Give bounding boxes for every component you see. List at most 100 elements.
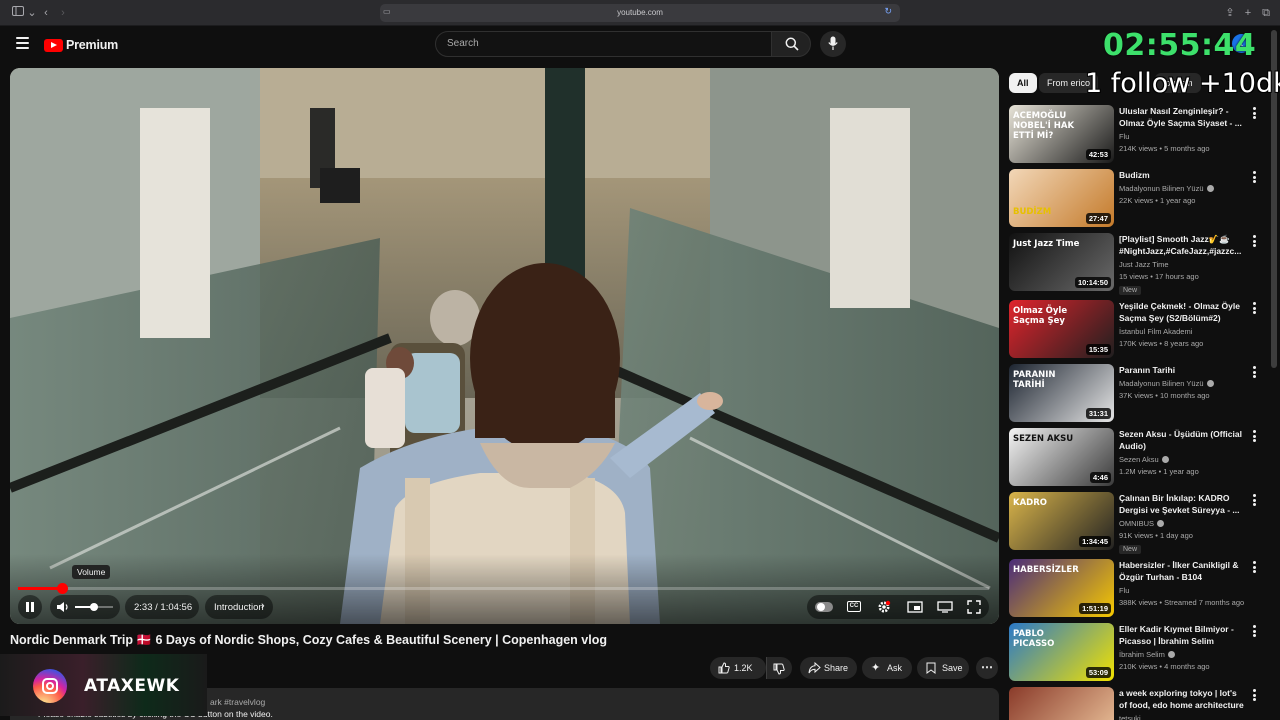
more-options-icon[interactable] xyxy=(1253,235,1257,247)
chip-all[interactable]: All xyxy=(1009,73,1037,93)
recommended-video[interactable]: ACEMOĞLU NOBEL'İ HAK ETTİ Mİ? 42:53 Ulusla… xyxy=(1009,105,1267,165)
recommended-video[interactable]: a week exploring tokyo | lot's of food, … xyxy=(1009,687,1267,720)
recommended-channel-name[interactable]: Sezen Aksu xyxy=(1119,455,1169,464)
ask-button[interactable]: ✦ Ask xyxy=(862,657,912,679)
search-input[interactable]: Search xyxy=(435,31,772,57)
recommended-video-title[interactable]: Çalınan Bir İnkılap: KADRO Dergisi ve Şe… xyxy=(1119,492,1247,516)
duration-badge: 1:51:19 xyxy=(1079,603,1111,614)
recommended-channel-name[interactable]: Just Jazz Time xyxy=(1119,260,1169,269)
recommended-video-title[interactable]: Yeşilde Çekmek! - Olmaz Öyle Saçma Şey (… xyxy=(1119,300,1247,324)
like-button[interactable]: 1.2K xyxy=(710,657,766,679)
recommended-video-title[interactable]: a week exploring tokyo | lot's of food, … xyxy=(1119,687,1247,711)
chevron-right-icon: › xyxy=(261,600,265,612)
more-options-icon[interactable] xyxy=(1253,689,1257,701)
video-player[interactable]: Volume 2:33 / 1:04:56 Introduction › CC xyxy=(10,68,999,624)
thumbnail-caption: PARANIN TARİHİ xyxy=(1013,370,1056,390)
microphone-icon xyxy=(828,36,838,50)
recommended-video[interactable]: PARANIN TARİHİ 31:31 Paranın Tarihi Madalyo… xyxy=(1009,364,1267,424)
dislike-button[interactable] xyxy=(766,657,792,679)
thumbnail-caption: HABERSİZLER xyxy=(1013,565,1079,575)
voice-search-button[interactable] xyxy=(820,31,846,57)
video-thumbnail[interactable]: ACEMOĞLU NOBEL'İ HAK ETTİ Mİ? 42:53 xyxy=(1009,105,1114,163)
recommended-channel-name[interactable]: Madalyonun Bilinen Yüzü xyxy=(1119,379,1214,388)
like-count: 1.2K xyxy=(734,663,753,673)
volume-slider[interactable] xyxy=(75,603,113,611)
autoplay-toggle[interactable] xyxy=(815,602,833,612)
recommended-video[interactable]: Just Jazz Time 10:14:50 [Playlist] Smooth … xyxy=(1009,233,1267,295)
more-options-icon[interactable] xyxy=(1253,625,1257,637)
new-tab-icon[interactable]: + xyxy=(1240,5,1256,21)
more-options-icon[interactable] xyxy=(1253,366,1257,378)
recommended-video-title[interactable]: Sezen Aksu - Üşüdüm (Official Audio) xyxy=(1119,428,1247,452)
back-icon[interactable]: ‹ xyxy=(38,5,54,21)
theater-mode-icon[interactable] xyxy=(937,601,953,613)
volume-icon[interactable] xyxy=(56,601,70,613)
bookmark-icon xyxy=(926,662,936,674)
recommended-video[interactable]: SEZEN AKSU 4:46 Sezen Aksu - Üşüdüm (Offic… xyxy=(1009,428,1267,488)
channel-name-text: Flu xyxy=(1119,586,1130,595)
more-options-icon[interactable] xyxy=(1253,107,1257,119)
recommended-video-title[interactable]: Budizm xyxy=(1119,169,1247,181)
share-arrow-icon xyxy=(808,662,821,674)
address-bar[interactable]: ▭ youtube.com ↻ xyxy=(380,4,900,22)
play-pause-button[interactable] xyxy=(18,595,42,619)
recommended-video[interactable]: KADRO 1:34:45 Çalınan Bir İnkılap: KADRO D… xyxy=(1009,492,1267,554)
recommended-channel-name[interactable]: Flu xyxy=(1119,132,1129,141)
video-thumbnail[interactable]: KADRO 1:34:45 xyxy=(1009,492,1114,550)
share-button[interactable]: Share xyxy=(800,657,857,679)
settings-gear-icon[interactable] xyxy=(877,600,891,614)
more-options-icon[interactable] xyxy=(1253,494,1257,506)
more-horizontal-icon: ⋯ xyxy=(981,660,993,674)
recommended-channel-name[interactable]: İbrahim Selim xyxy=(1119,650,1175,659)
save-button[interactable]: Save xyxy=(917,657,969,679)
recommended-channel-name[interactable]: OMNIBUS xyxy=(1119,519,1165,528)
volume-control[interactable] xyxy=(50,595,120,619)
recommended-video[interactable]: BUDİZM 27:47 Budizm Madalyonun Bilinen Yüzü… xyxy=(1009,169,1267,229)
search-button[interactable] xyxy=(771,31,811,57)
volume-slider-knob[interactable] xyxy=(90,603,98,611)
video-thumbnail[interactable]: Olmaz Öyle Saçma Şey 15:35 xyxy=(1009,300,1114,358)
recommended-video[interactable]: Olmaz Öyle Saçma Şey 15:35 Yeşilde Çekmek!… xyxy=(1009,300,1267,360)
hamburger-menu-icon[interactable] xyxy=(16,37,29,49)
more-options-icon[interactable] xyxy=(1253,561,1257,573)
browser-toolbar: ⌄ ‹ › ▭ youtube.com ↻ ⇪ + ⧉ xyxy=(0,0,1280,26)
recommended-channel-name[interactable]: Madalyonun Bilinen Yüzü xyxy=(1119,184,1214,193)
video-thumbnail[interactable]: SEZEN AKSU 4:46 xyxy=(1009,428,1114,486)
more-options-icon[interactable] xyxy=(1253,430,1257,442)
chapter-button[interactable]: Introduction › xyxy=(205,595,273,619)
recommended-video[interactable]: PABLO PICASSO 53:09 Eller Kadir Kıymet Bil… xyxy=(1009,623,1267,683)
tabs-overview-icon[interactable]: ⧉ xyxy=(1258,5,1274,21)
video-thumbnail[interactable]: PARANIN TARİHİ 31:31 xyxy=(1009,364,1114,422)
video-title: Nordic Denmark Trip 🇩🇰 6 Days of Nordic … xyxy=(10,633,607,647)
channel-name-text: tetsuki xyxy=(1119,714,1141,720)
recommended-channel-name[interactable]: tetsuki xyxy=(1119,714,1141,720)
recommended-channel-name[interactable]: Flu xyxy=(1119,586,1129,595)
video-thumbnail[interactable]: HABERSİZLER 1:51:19 xyxy=(1009,559,1114,617)
captions-icon[interactable]: CC xyxy=(847,601,861,612)
share-icon[interactable]: ⇪ xyxy=(1222,5,1238,21)
video-thumbnail[interactable] xyxy=(1009,687,1114,720)
recommended-video-title[interactable]: Eller Kadir Kıymet Bilmiyor - Picasso | … xyxy=(1119,623,1247,647)
recommended-channel-name[interactable]: İstanbul Film Akademi xyxy=(1119,327,1192,336)
recommended-video-title[interactable]: Paranın Tarihi xyxy=(1119,364,1247,376)
recommended-video-title[interactable]: Habersizler - İlker Canikligil & Özgür T… xyxy=(1119,559,1247,583)
miniplayer-icon[interactable] xyxy=(907,601,923,613)
fullscreen-icon[interactable] xyxy=(967,600,981,614)
progress-bar[interactable] xyxy=(18,583,989,594)
more-options-icon[interactable] xyxy=(1253,171,1257,183)
time-current: 2:33 xyxy=(134,602,153,613)
recommended-video-title[interactable]: [Playlist] Smooth Jazz🎷☕ #NightJazz,#Caf… xyxy=(1119,233,1247,257)
more-actions-button[interactable]: ⋯ xyxy=(976,657,998,679)
video-thumbnail[interactable]: BUDİZM 27:47 xyxy=(1009,169,1114,227)
video-thumbnail[interactable]: Just Jazz Time 10:14:50 xyxy=(1009,233,1114,291)
video-thumbnail[interactable]: PABLO PICASSO 53:09 xyxy=(1009,623,1114,681)
screen: ⌄ ‹ › ▭ youtube.com ↻ ⇪ + ⧉ Premium Sear… xyxy=(0,0,1280,720)
forward-icon[interactable]: › xyxy=(55,5,71,21)
youtube-premium-logo[interactable]: Premium xyxy=(44,37,118,53)
recommended-video-title[interactable]: Uluslar Nasıl Zenginleşir? - Olmaz Öyle … xyxy=(1119,105,1247,129)
progress-scrubber[interactable] xyxy=(56,583,68,594)
recommended-video[interactable]: HABERSİZLER 1:51:19 Habersizler - İlker Ca… xyxy=(1009,559,1267,619)
reload-icon[interactable]: ↻ xyxy=(884,6,892,17)
more-options-icon[interactable] xyxy=(1253,302,1257,314)
duration-badge: 4:46 xyxy=(1089,472,1111,483)
